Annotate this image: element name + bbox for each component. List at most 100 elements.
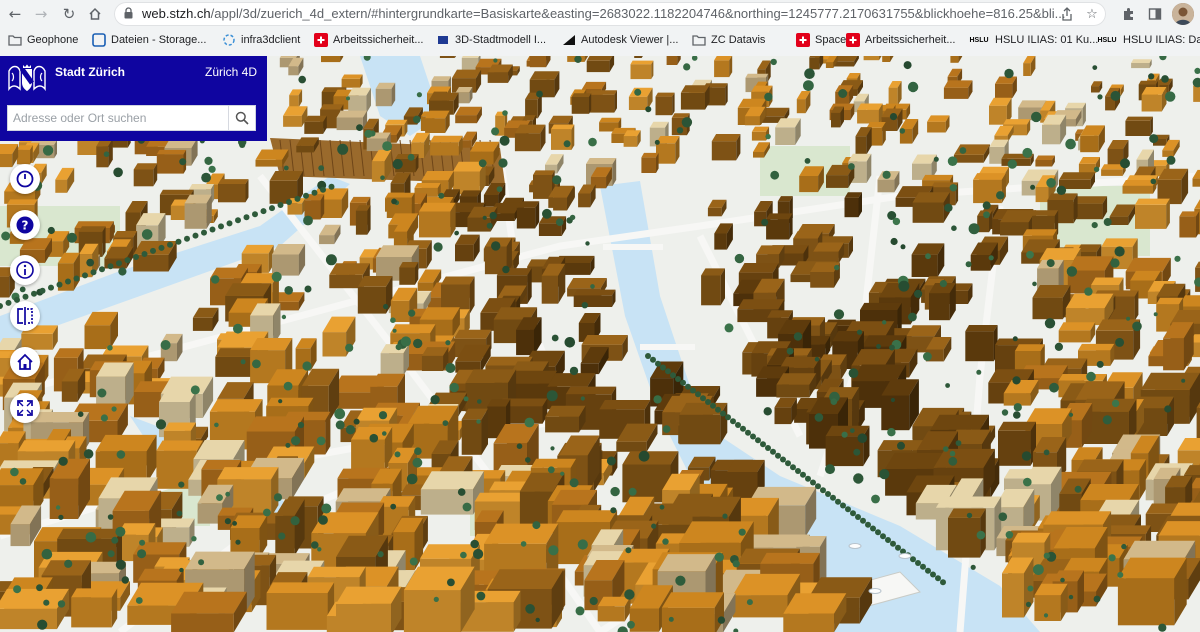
tree xyxy=(99,266,105,273)
building-roof xyxy=(551,124,575,130)
bookmark-item[interactable]: Dateien - Storage... xyxy=(92,31,206,49)
tree xyxy=(1086,371,1096,382)
bookmark-item[interactable]: Arbeitssicherheit... xyxy=(314,31,423,49)
tree xyxy=(284,286,294,295)
search-input[interactable] xyxy=(8,106,230,130)
tree xyxy=(983,211,990,219)
building-roof xyxy=(496,268,532,276)
building-wall xyxy=(911,254,938,277)
sidebar-icon[interactable] xyxy=(1144,3,1166,25)
tree xyxy=(1164,405,1172,413)
building-wall xyxy=(425,118,446,133)
bookmark-item[interactable]: infra3dclient xyxy=(222,31,300,49)
building-wall xyxy=(573,295,613,307)
compare-button[interactable] xyxy=(10,301,40,331)
home-view-button[interactable] xyxy=(10,347,40,377)
building-wall xyxy=(49,478,79,519)
share-icon[interactable] xyxy=(1057,4,1077,24)
tree xyxy=(520,541,527,547)
tree xyxy=(900,244,906,250)
tree xyxy=(761,218,769,226)
header-panel: Stadt Zürich Zürich 4D xyxy=(0,56,267,141)
tree xyxy=(665,368,671,375)
back-icon[interactable]: ← xyxy=(4,3,26,25)
reload-icon[interactable]: ↻ xyxy=(58,3,80,25)
tree xyxy=(949,184,957,192)
tree xyxy=(976,369,982,375)
city-3d-model[interactable] xyxy=(0,56,1200,632)
tree xyxy=(585,241,590,246)
building-wall xyxy=(1141,94,1162,112)
profile-avatar[interactable] xyxy=(1172,3,1194,25)
tree xyxy=(77,411,84,418)
tree xyxy=(502,110,508,116)
building-roof xyxy=(6,199,38,205)
bookmark-item[interactable]: Arbeitssicherheit... xyxy=(846,31,955,49)
tree xyxy=(710,402,716,409)
info-button[interactable] xyxy=(10,255,40,285)
building-wall xyxy=(156,154,184,174)
tree xyxy=(297,421,305,429)
building-wall xyxy=(516,207,536,229)
home-icon[interactable] xyxy=(84,3,106,25)
building-wall xyxy=(439,56,455,58)
tree xyxy=(680,379,686,386)
tree xyxy=(58,456,68,466)
tree xyxy=(982,201,991,210)
building-wall xyxy=(0,608,57,630)
bookmark-item[interactable]: Spaces xyxy=(796,31,852,49)
tree xyxy=(235,539,241,545)
building-wall xyxy=(656,143,676,164)
tree xyxy=(814,356,820,362)
tree xyxy=(1046,259,1055,268)
tree xyxy=(1068,412,1074,417)
tree xyxy=(395,344,402,351)
tree xyxy=(252,211,258,218)
building-wall xyxy=(953,154,984,163)
tree xyxy=(1150,178,1157,185)
tree xyxy=(290,516,300,526)
building-wall xyxy=(351,439,385,473)
search-button[interactable] xyxy=(228,106,255,130)
fullscreen-button[interactable] xyxy=(10,393,40,423)
tree xyxy=(269,205,275,212)
help-button[interactable]: ? xyxy=(10,210,40,240)
bookmark-item[interactable]: 3D-Stadtmodell I... xyxy=(436,31,546,49)
time-button[interactable] xyxy=(10,164,40,194)
building-wall xyxy=(912,202,944,223)
building-wall xyxy=(751,131,766,141)
tree xyxy=(175,238,182,245)
bookmark-item[interactable]: Geophone xyxy=(8,31,78,49)
bookmark-item[interactable]: Autodesk Viewer |... xyxy=(562,31,678,49)
extensions-icon[interactable] xyxy=(1118,3,1140,25)
building-wall xyxy=(929,293,950,321)
building-wall xyxy=(287,203,303,215)
star-icon[interactable]: ☆ xyxy=(1082,4,1102,24)
forward-icon[interactable]: → xyxy=(30,3,52,25)
building-wall xyxy=(571,97,589,114)
building-wall xyxy=(357,286,386,314)
tree xyxy=(717,616,726,624)
tree xyxy=(892,217,901,226)
tree xyxy=(730,418,736,425)
address-bar[interactable]: web.stzh.ch/appl/3d/zuerich_4d_extern/#h… xyxy=(114,2,1106,26)
tree xyxy=(39,287,46,294)
bookmark-item[interactable]: HSLU HSLU ILIAS: Dash xyxy=(1096,31,1200,49)
lock-icon[interactable] xyxy=(124,7,133,19)
tree xyxy=(111,406,117,412)
tree xyxy=(1084,287,1093,296)
bookmark-item[interactable]: ZC Datavis xyxy=(692,31,765,49)
browser-toolbar: ← → ↻ web.stzh.ch/appl/3d/zuerich_4d_ext… xyxy=(0,0,1200,28)
tree xyxy=(433,596,439,603)
building-roof xyxy=(571,93,592,97)
zurich-coat-of-arms-logo xyxy=(8,64,46,92)
building-roof xyxy=(1101,238,1138,247)
tree xyxy=(890,540,896,547)
map-3d-view[interactable] xyxy=(0,56,1200,632)
tree xyxy=(90,269,97,276)
tree xyxy=(820,487,826,494)
building-roof xyxy=(1003,119,1031,125)
bookmark-item[interactable]: HSLU HSLU ILIAS: 01 Ku... xyxy=(968,31,1098,49)
boat xyxy=(868,588,882,594)
building-roof xyxy=(514,124,546,134)
